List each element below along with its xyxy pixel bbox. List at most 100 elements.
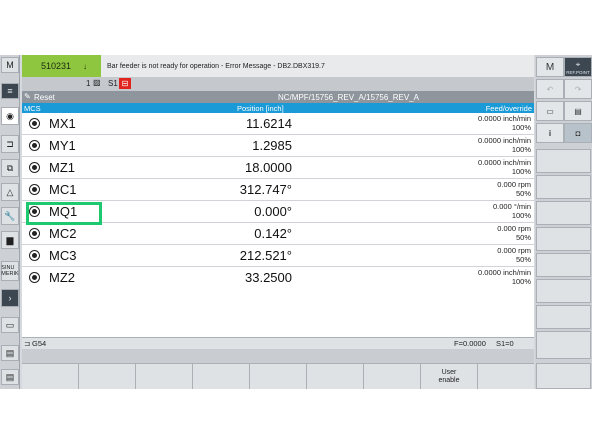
axis-row[interactable]: MC3 212.521° 0.000 rpm 50% <box>22 245 534 267</box>
softkey-2[interactable] <box>79 363 136 389</box>
cnc-screen: M ≡ ◉ ⊐ ⧉ △ 🔧 ▆ SINU MERIK › ▭ ▤ ▤ 51023… <box>0 55 592 389</box>
softkey-1[interactable] <box>22 363 79 389</box>
window-layout-icon[interactable]: ▭ <box>536 101 564 121</box>
feed-header: Feed/override <box>485 104 532 113</box>
softkey-7[interactable] <box>364 363 421 389</box>
program-path: NC/MPF/15756_REV_A/15756_REV_A <box>278 93 419 102</box>
axis-row[interactable]: MX1 11.6214 0.0000 inch/min 100% <box>22 113 534 135</box>
wrench-icon[interactable]: 🔧 <box>1 207 19 225</box>
axis-feed-cell: 0.000 °/min 100% <box>493 202 531 220</box>
panel-layout-icon[interactable]: ▤ <box>564 101 592 121</box>
vertical-softkey-2[interactable] <box>536 175 591 199</box>
axis-feed: 0.000 °/min <box>492 202 531 211</box>
menu-icon[interactable]: ≡ <box>1 83 19 99</box>
vertical-softkey-5[interactable] <box>536 253 591 277</box>
bottom-panel-icon[interactable]: ▤ <box>1 369 19 385</box>
copy-icon[interactable]: ⧉ <box>1 159 19 177</box>
axis-feed-cell: 0.000 rpm 50% <box>497 224 531 242</box>
sinumerik-logo[interactable]: SINU MERIK <box>1 261 19 281</box>
user-enable-softkey[interactable]: User enable <box>421 363 478 389</box>
vertical-softkey-8[interactable] <box>536 331 591 359</box>
softkey-5[interactable] <box>250 363 307 389</box>
axis-table: MX1 11.6214 0.0000 inch/min 100% MY1 1.29… <box>22 113 534 337</box>
axis-override: 100% <box>511 277 531 286</box>
axis-row[interactable]: MC1 312.747° 0.000 rpm 50% <box>22 179 534 201</box>
axis-override: 50% <box>515 189 531 198</box>
axis-feed: 0.0000 inch/min <box>478 136 531 145</box>
ref-point-label: REF.POINT <box>566 69 590 75</box>
axis-view-icon[interactable]: ◉ <box>1 107 19 125</box>
machine-m-icon[interactable]: M <box>1 57 19 73</box>
softkey-6[interactable] <box>307 363 364 389</box>
channel-status-row: 1 ▨ S1 ⊟ <box>22 77 534 91</box>
program-path-row: ✎ Reset NC/MPF/15756_REV_A/15756_REV_A <box>22 91 534 103</box>
ref-point-button[interactable]: ⌖ REF.POINT <box>564 57 592 77</box>
softkey-3[interactable] <box>136 363 193 389</box>
axis-icon <box>30 229 39 238</box>
axis-feed-cell: 0.0000 inch/min 100% <box>478 114 531 132</box>
axis-name: MC1 <box>49 182 77 197</box>
axis-position: 312.747° <box>239 182 292 197</box>
vertical-softkey-9[interactable] <box>536 363 591 389</box>
softkey-9[interactable] <box>478 363 534 389</box>
axis-name: MZ2 <box>49 270 75 285</box>
machine-m-icon-right[interactable]: M <box>536 57 564 77</box>
panel-icon[interactable]: ▤ <box>1 345 19 361</box>
axis-feed: 0.0000 inch/min <box>478 158 531 167</box>
axis-icon <box>30 207 39 216</box>
vertical-softkey-6[interactable] <box>536 279 591 303</box>
alarm-message: Bar feeder is not ready for operation - … <box>101 55 534 77</box>
vertical-softkey-4[interactable] <box>536 227 591 251</box>
axis-row[interactable]: MQ1 0.000° 0.000 °/min 100% <box>22 201 534 225</box>
vertical-softkey-3[interactable] <box>536 201 591 225</box>
vertical-softkey-1[interactable] <box>536 149 591 173</box>
spindle-label: S1 <box>108 79 118 88</box>
work-offset-row: ⊐ G54 F=0.0000 S1=0 <box>22 337 534 349</box>
axis-feed: 0.0000 inch/min <box>478 114 531 123</box>
alarm-indicator[interactable]: 510231 ↓ <box>22 55 101 77</box>
axis-icon <box>30 163 39 172</box>
horizontal-softkeys: User enable <box>22 363 534 389</box>
slash-icon: ▨ <box>93 78 101 87</box>
program-bracket-icon[interactable]: ⊐ <box>1 135 19 153</box>
right-vertical-bar: M ⌖ REF.POINT ↶ ↷ ▭ ▤ i ◘ <box>535 55 592 389</box>
axis-icon <box>30 273 39 282</box>
axis-feed: 0.000 rpm <box>497 180 531 189</box>
reset-pencil-icon: ✎ <box>24 92 31 101</box>
axis-feed: 0.0000 inch/min <box>478 268 531 277</box>
axis-feed-cell: 0.0000 inch/min 100% <box>478 268 531 286</box>
axis-position: 11.6214 <box>245 116 292 131</box>
redo-icon[interactable]: ↷ <box>564 79 592 99</box>
axis-feed-cell: 0.0000 inch/min 100% <box>478 136 531 154</box>
vertical-softkey-7[interactable] <box>536 305 591 329</box>
expand-arrow-icon[interactable]: › <box>1 289 19 307</box>
reset-status: Reset <box>34 93 55 102</box>
axis-row[interactable]: MZ2 33.2500 0.0000 inch/min 100% <box>22 267 534 289</box>
axis-position: 1.2985 <box>252 138 292 153</box>
axis-row[interactable]: MY1 1.2985 0.0000 inch/min 100% <box>22 135 534 157</box>
alarm-arrow-icon: ↓ <box>83 61 88 71</box>
axis-feed-cell: 0.000 rpm 50% <box>497 180 531 198</box>
alarm-code: 510231 <box>41 61 72 71</box>
axis-row[interactable]: MZ1 18.0000 0.0000 inch/min 100% <box>22 157 534 179</box>
axis-feed-cell: 0.0000 inch/min 100% <box>478 158 531 176</box>
window-icon[interactable]: ▭ <box>1 317 19 333</box>
monitor-icon[interactable]: ▆ <box>1 231 19 249</box>
axis-row[interactable]: MC2 0.142° 0.000 rpm 50% <box>22 223 534 245</box>
axis-name: MC2 <box>49 226 77 241</box>
column-header: MCS Position [inch] Feed/override <box>22 103 534 113</box>
axis-name: MZ1 <box>49 160 75 175</box>
softkey-4[interactable] <box>193 363 250 389</box>
left-vertical-bar: M ≡ ◉ ⊐ ⧉ △ 🔧 ▆ SINU MERIK › ▭ ▤ ▤ <box>0 55 20 389</box>
axis-icon <box>30 119 39 128</box>
camera-icon[interactable]: ◘ <box>564 123 592 143</box>
warning-triangle-icon[interactable]: △ <box>1 183 19 201</box>
position-header: Position [inch] <box>237 104 284 113</box>
info-icon[interactable]: i <box>536 123 564 143</box>
axis-override: 50% <box>515 233 531 242</box>
axis-icon <box>30 185 39 194</box>
axis-feed: 0.000 rpm <box>497 246 531 255</box>
axis-name: MY1 <box>49 138 76 153</box>
undo-icon[interactable]: ↶ <box>536 79 564 99</box>
axis-name: MQ1 <box>49 204 78 219</box>
